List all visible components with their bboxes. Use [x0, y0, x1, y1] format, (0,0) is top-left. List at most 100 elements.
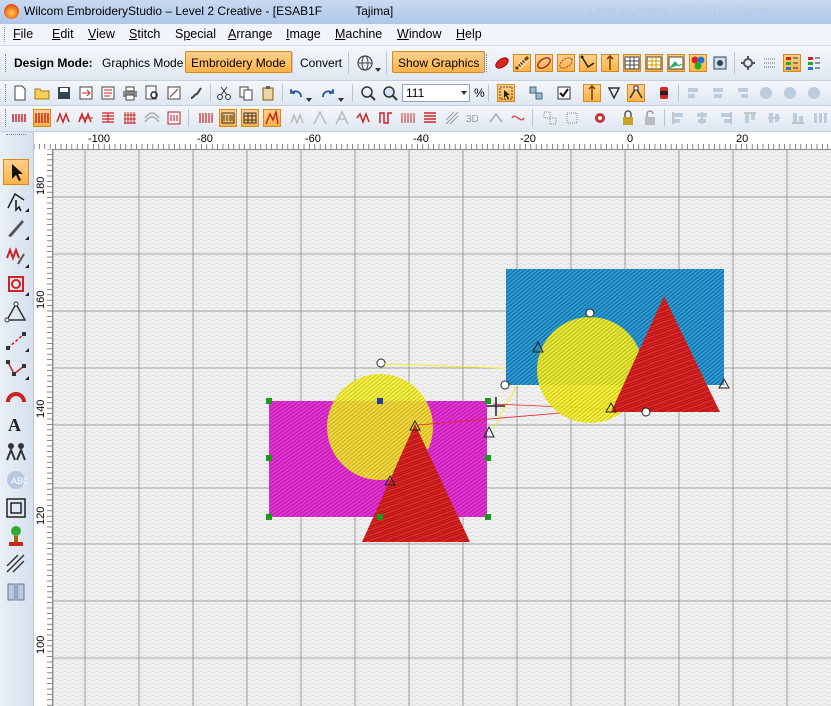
pencil-feather-icon[interactable] — [494, 55, 510, 71]
redo-icon[interactable] — [320, 85, 336, 101]
align-right-icon[interactable] — [734, 85, 750, 101]
rotation-handle[interactable] — [376, 358, 386, 368]
chevron-down-icon[interactable] — [338, 91, 344, 102]
paste-icon[interactable] — [260, 85, 276, 101]
break-apart-icon[interactable] — [542, 110, 558, 126]
distribute-icon[interactable] — [812, 110, 828, 126]
appliqué-icon[interactable] — [592, 110, 608, 126]
hatch-fill-icon[interactable] — [579, 54, 597, 72]
properties-icon[interactable] — [100, 85, 116, 101]
select-arrow-icon[interactable] — [3, 159, 29, 185]
monogram-icon[interactable]: ABC — [4, 468, 30, 492]
thread-icon[interactable] — [656, 85, 672, 101]
align-icons[interactable] — [670, 110, 686, 126]
emboss-icon[interactable] — [488, 110, 504, 126]
menu-window[interactable]: Window — [397, 27, 441, 41]
convert-button[interactable]: Convert — [294, 51, 348, 73]
needle-icon[interactable] — [601, 54, 619, 72]
menu-file[interactable]: File — [13, 27, 33, 41]
menu-view[interactable]: View — [88, 27, 115, 41]
curve-stitch-icon[interactable] — [144, 110, 160, 126]
outline-icon[interactable] — [198, 110, 214, 126]
print-preview-icon[interactable] — [144, 85, 160, 101]
lock-icon[interactable] — [620, 110, 636, 126]
zigzag-icon[interactable] — [78, 110, 94, 126]
color-grid-icon[interactable] — [645, 54, 663, 72]
wave-stitch-icon[interactable] — [290, 110, 306, 126]
design-area[interactable] — [53, 150, 831, 706]
toolbox-grip[interactable] — [6, 134, 26, 138]
comb-stitch-icon[interactable] — [400, 110, 416, 126]
triangle-stitch-icon[interactable] — [312, 110, 328, 126]
appliqué-icon[interactable] — [4, 496, 28, 520]
toolbar-grip[interactable] — [5, 109, 9, 127]
diagonal-stitch-icon[interactable] — [444, 110, 460, 126]
column-stitch-icon[interactable] — [378, 110, 394, 126]
selection-handle[interactable] — [485, 514, 491, 520]
3d-icon[interactable]: 3D — [466, 110, 482, 126]
table-icon[interactable] — [623, 54, 641, 72]
selection-handle[interactable] — [485, 455, 491, 461]
node-marker[interactable] — [500, 380, 510, 390]
menu-edit[interactable]: Edit — [52, 27, 74, 41]
ripple-icon[interactable] — [510, 110, 526, 126]
down-arrow-icon[interactable] — [606, 85, 622, 101]
checkbox-icon[interactable] — [556, 85, 572, 101]
palette-icon[interactable] — [689, 54, 707, 72]
tree-icon[interactable] — [4, 524, 28, 548]
stitch-edit-icon[interactable] — [4, 244, 29, 268]
stitch-grid-icon[interactable] — [762, 55, 778, 71]
running-stitch-icon[interactable] — [12, 110, 28, 126]
knife-icon[interactable] — [4, 216, 29, 240]
menu-help[interactable]: Help — [456, 27, 482, 41]
reshape-icon[interactable] — [4, 188, 29, 212]
needle-icon[interactable] — [583, 84, 601, 102]
globe-icon[interactable] — [357, 55, 373, 71]
menu-special[interactable]: Special — [175, 27, 216, 41]
selection-handle[interactable] — [377, 514, 383, 520]
node-marker[interactable] — [641, 407, 651, 417]
zoom-icon[interactable] — [382, 85, 398, 101]
combine-icon[interactable] — [564, 110, 580, 126]
cut-icon[interactable] — [216, 85, 232, 101]
zoom-input[interactable]: 111 — [402, 84, 470, 102]
menu-machine[interactable]: Machine — [335, 27, 382, 41]
flame-stitch-icon[interactable] — [263, 109, 281, 127]
align-bottom-icon[interactable] — [806, 85, 822, 101]
color-list-icon[interactable] — [806, 55, 822, 71]
menu-stitch[interactable]: Stitch — [129, 27, 160, 41]
selection-handle[interactable] — [485, 398, 491, 404]
lettering-stitch-icon[interactable] — [166, 110, 182, 126]
node-marker[interactable] — [585, 308, 595, 318]
tatami-fill-icon[interactable] — [535, 54, 553, 72]
paste-icon[interactable] — [4, 272, 29, 296]
chevron-down-icon[interactable] — [375, 61, 381, 72]
align-hcenter-icon[interactable] — [766, 110, 782, 126]
polyline-icon[interactable] — [4, 356, 29, 380]
unlock-icon[interactable] — [642, 110, 658, 126]
align-top2-icon[interactable] — [742, 110, 758, 126]
zoom-box-icon[interactable] — [360, 85, 376, 101]
menu-image[interactable]: Image — [286, 27, 321, 41]
image-icon[interactable] — [667, 54, 685, 72]
group-icon[interactable] — [528, 85, 544, 101]
menu-arrange[interactable]: Arrange — [228, 27, 272, 41]
arc-icon[interactable] — [4, 384, 28, 408]
new-file-icon[interactable] — [12, 85, 28, 101]
design-canvas[interactable] — [53, 150, 831, 706]
satin-column-icon[interactable] — [513, 54, 531, 72]
save-icon[interactable] — [56, 85, 72, 101]
align-top-icon[interactable] — [758, 85, 774, 101]
show-graphics-button[interactable]: Show Graphics — [392, 51, 486, 73]
open-design-icon[interactable] — [166, 85, 182, 101]
stripes-icon[interactable] — [4, 552, 28, 576]
embroidery-mode-button[interactable]: Embroidery Mode — [185, 51, 292, 73]
reshape-node-icon[interactable] — [627, 84, 645, 102]
zigzag2-icon[interactable] — [356, 110, 372, 126]
chevron-down-icon[interactable] — [306, 91, 312, 102]
align-bottom2-icon[interactable] — [790, 110, 806, 126]
print-icon[interactable] — [122, 85, 138, 101]
chevron-down-icon[interactable] — [461, 91, 467, 95]
toolbar-grip[interactable] — [5, 54, 9, 72]
selection-handle[interactable] — [266, 514, 272, 520]
